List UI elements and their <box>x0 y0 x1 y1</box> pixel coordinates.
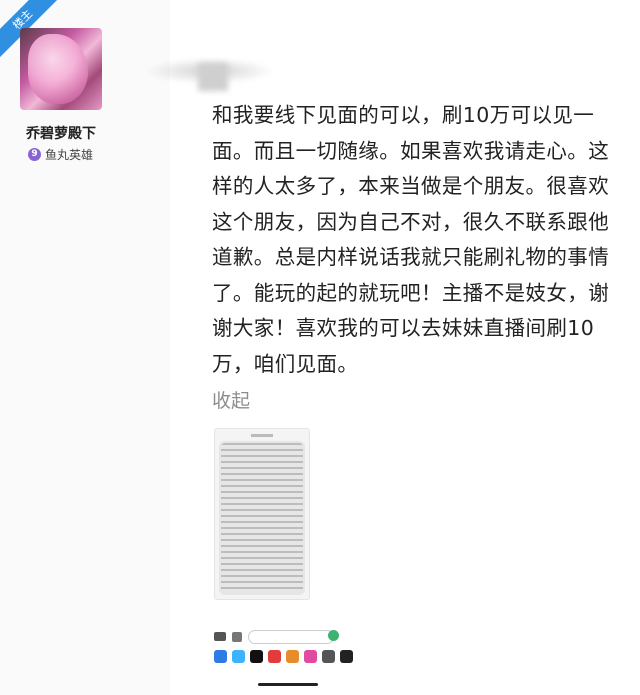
home-indicator <box>258 683 318 686</box>
user-name[interactable]: 乔碧萝殿下 <box>26 123 96 143</box>
camera-icon <box>214 632 226 641</box>
app-icon <box>250 650 263 663</box>
thumbnail-app-row <box>214 650 353 663</box>
app-store-icon <box>232 632 242 642</box>
level-badge-icon: 9 <box>28 148 41 161</box>
app-icon <box>232 650 245 663</box>
screenshot-thumbnail[interactable] <box>214 428 310 600</box>
thumbnail-input-bar <box>214 630 344 644</box>
post-text: 和我要线下见面的可以，刷10万可以见一面。而且一切随缘。如果喜欢我请走心。这样的… <box>212 103 610 376</box>
message-field <box>248 630 334 644</box>
level-row: 9 鱼丸英雄 <box>28 146 93 163</box>
thumbnail-message-lines <box>221 443 303 593</box>
collapse-link[interactable]: 收起 <box>212 386 250 413</box>
thumbnail-title-bar <box>251 434 273 437</box>
avatar[interactable] <box>20 28 102 110</box>
group-label: 鱼丸英雄 <box>45 148 94 162</box>
avatar-art <box>28 34 88 104</box>
send-icon <box>328 630 339 641</box>
app-icon <box>268 650 281 663</box>
app-icon <box>286 650 299 663</box>
app-icon <box>322 650 335 663</box>
app-icon <box>304 650 317 663</box>
app-icon <box>214 650 227 663</box>
author-panel: 楼主 乔碧萝殿下 9 鱼丸英雄 <box>0 0 170 695</box>
blurred-name-part <box>198 63 228 91</box>
app-icon <box>340 650 353 663</box>
